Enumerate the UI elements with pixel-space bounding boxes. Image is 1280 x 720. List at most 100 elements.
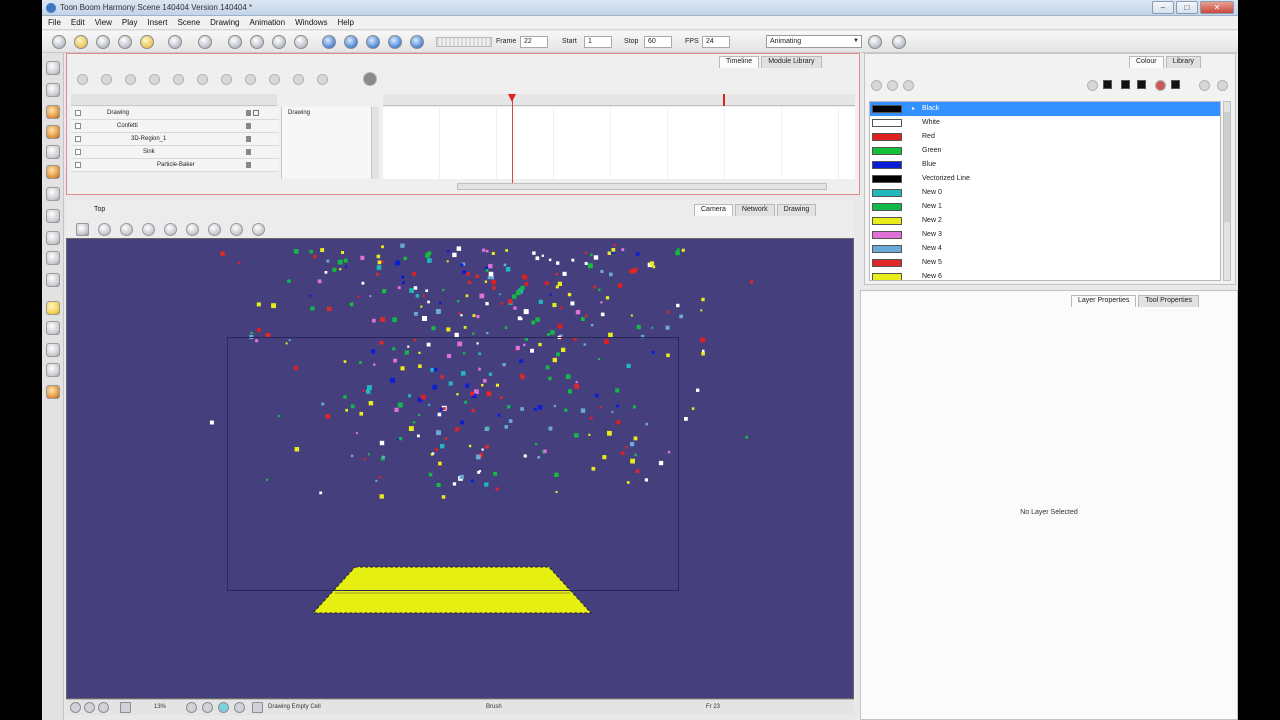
eraser-tool-icon[interactable] xyxy=(46,187,60,201)
brush-tool-icon[interactable] xyxy=(46,105,60,119)
timeline-tracks[interactable] xyxy=(383,107,855,179)
swatch-new-2[interactable]: New 2 xyxy=(870,214,1220,228)
layer-enable-checkbox[interactable] xyxy=(75,136,81,142)
tab-library[interactable]: Library xyxy=(1165,56,1202,68)
pencil-tool-icon[interactable] xyxy=(46,125,60,139)
swatch-new-5[interactable]: New 5 xyxy=(870,256,1220,270)
tab-drawing[interactable]: Drawing xyxy=(776,204,817,216)
paint-bucket-icon[interactable] xyxy=(46,385,60,399)
last-frame-icon[interactable] xyxy=(410,35,424,49)
layer-row[interactable]: Particle-Baker xyxy=(71,159,279,172)
swatch-new-3[interactable]: New 3 xyxy=(870,228,1220,242)
timeline-menu-icon[interactable] xyxy=(363,72,377,86)
fill-colour-icon[interactable] xyxy=(1121,80,1130,89)
swatch-new-4[interactable]: New 4 xyxy=(870,242,1220,256)
render-icon[interactable] xyxy=(186,223,199,236)
import-icon[interactable] xyxy=(140,35,154,49)
hand-view-icon[interactable] xyxy=(252,223,265,236)
open-folder-icon[interactable] xyxy=(74,35,88,49)
zoom-tool-icon[interactable] xyxy=(46,273,60,287)
tab-timeline[interactable]: Timeline xyxy=(719,56,760,68)
menu-insert[interactable]: Insert xyxy=(147,18,167,27)
redo-icon[interactable] xyxy=(198,35,212,49)
rotate-view-left-icon[interactable] xyxy=(186,702,197,713)
workspace-manager-icon[interactable] xyxy=(868,35,882,49)
menu-drawing[interactable]: Drawing xyxy=(210,18,239,27)
undo-icon[interactable] xyxy=(168,35,182,49)
swatch-new-0[interactable]: New 0 xyxy=(870,186,1220,200)
remove-colour-icon[interactable] xyxy=(887,80,898,91)
paste-icon[interactable] xyxy=(272,35,286,49)
frame-ruler[interactable] xyxy=(383,94,855,106)
outline-icon[interactable] xyxy=(120,223,133,236)
hand-tool-icon[interactable] xyxy=(46,301,60,315)
transform-tool-icon[interactable] xyxy=(46,83,60,97)
tab-camera[interactable]: Camera xyxy=(694,204,733,216)
minimize-button[interactable]: – xyxy=(1152,1,1174,14)
swatch-blue[interactable]: Blue xyxy=(870,158,1220,172)
add-layer-icon[interactable] xyxy=(101,74,112,85)
light-table-icon[interactable] xyxy=(98,223,111,236)
save-icon[interactable] xyxy=(96,35,110,49)
camera-icon[interactable] xyxy=(164,223,177,236)
brush-preview-icon[interactable] xyxy=(208,223,221,236)
layer-visibility-icon[interactable] xyxy=(253,110,259,116)
tint-icon[interactable] xyxy=(1171,80,1180,89)
eyedropper-icon[interactable] xyxy=(1199,80,1210,91)
colour-options-icon[interactable] xyxy=(1217,80,1228,91)
palette-list-icon[interactable] xyxy=(1087,80,1098,91)
lock-icon[interactable] xyxy=(246,136,251,142)
paint-tool-icon[interactable] xyxy=(46,165,60,179)
lock-icon[interactable] xyxy=(246,162,251,168)
safe-area-icon[interactable] xyxy=(142,223,155,236)
save-as-icon[interactable] xyxy=(118,35,132,49)
zoom-in-icon[interactable] xyxy=(84,702,95,713)
preferences-icon[interactable] xyxy=(892,35,906,49)
stop-field[interactable]: 60 xyxy=(644,36,672,48)
copy-icon[interactable] xyxy=(250,35,264,49)
tab-colour[interactable]: Colour xyxy=(1129,56,1164,68)
swatch-black[interactable]: ▸ Black xyxy=(870,102,1220,116)
grid-icon[interactable] xyxy=(76,223,89,236)
close-button[interactable]: ✕ xyxy=(1200,1,1234,14)
layer-scrollbar[interactable] xyxy=(371,107,379,179)
fps-field[interactable]: 24 xyxy=(702,36,730,48)
new-scene-icon[interactable] xyxy=(52,35,66,49)
layer-enable-checkbox[interactable] xyxy=(75,149,81,155)
menu-help[interactable]: Help xyxy=(338,18,354,27)
menu-scene[interactable]: Scene xyxy=(177,18,200,27)
contour-editor-icon[interactable] xyxy=(46,209,60,223)
add-peg-icon[interactable] xyxy=(125,74,136,85)
current-colour-icon[interactable] xyxy=(1137,80,1146,89)
swatch-scrollbar[interactable] xyxy=(1223,101,1231,281)
text-tool-icon[interactable] xyxy=(46,145,60,159)
swatch-vectorized-line[interactable]: Vectorized Line xyxy=(870,172,1220,186)
fit-timeline-icon[interactable] xyxy=(293,74,304,85)
menu-animation[interactable]: Animation xyxy=(250,18,286,27)
zoom-out-icon[interactable] xyxy=(70,702,81,713)
pencil-preview-icon[interactable] xyxy=(230,223,243,236)
tab-layer-properties[interactable]: Layer Properties xyxy=(1071,295,1137,307)
swap-colour-icon[interactable] xyxy=(1155,80,1166,91)
add-colour-icon[interactable] xyxy=(871,80,882,91)
colour-mode-icon[interactable] xyxy=(218,702,229,713)
delete-icon[interactable] xyxy=(294,35,308,49)
rotate-view-right-icon[interactable] xyxy=(202,702,213,713)
timeline-options-icon[interactable] xyxy=(317,74,328,85)
play-sound-icon[interactable] xyxy=(344,35,358,49)
layer-enable-checkbox[interactable] xyxy=(75,123,81,129)
swatch-white[interactable]: White xyxy=(870,116,1220,130)
menu-windows[interactable]: Windows xyxy=(295,18,327,27)
workspace-select[interactable]: Animating ▼ xyxy=(766,35,862,48)
line-colour-icon[interactable] xyxy=(1103,80,1112,89)
tab-network[interactable]: Network xyxy=(734,204,775,216)
stop-marker[interactable] xyxy=(723,94,725,106)
onion-skin-icon[interactable] xyxy=(269,74,280,85)
cutter-tool-icon[interactable] xyxy=(46,231,60,245)
timeline-scrollbar[interactable] xyxy=(457,183,827,190)
menu-play[interactable]: Play xyxy=(122,18,138,27)
playhead-handle[interactable] xyxy=(508,94,516,102)
tab-module-library[interactable]: Module Library xyxy=(761,56,822,68)
swatch-new-6[interactable]: New 6 xyxy=(870,270,1220,280)
select-tool-icon[interactable] xyxy=(46,61,60,75)
